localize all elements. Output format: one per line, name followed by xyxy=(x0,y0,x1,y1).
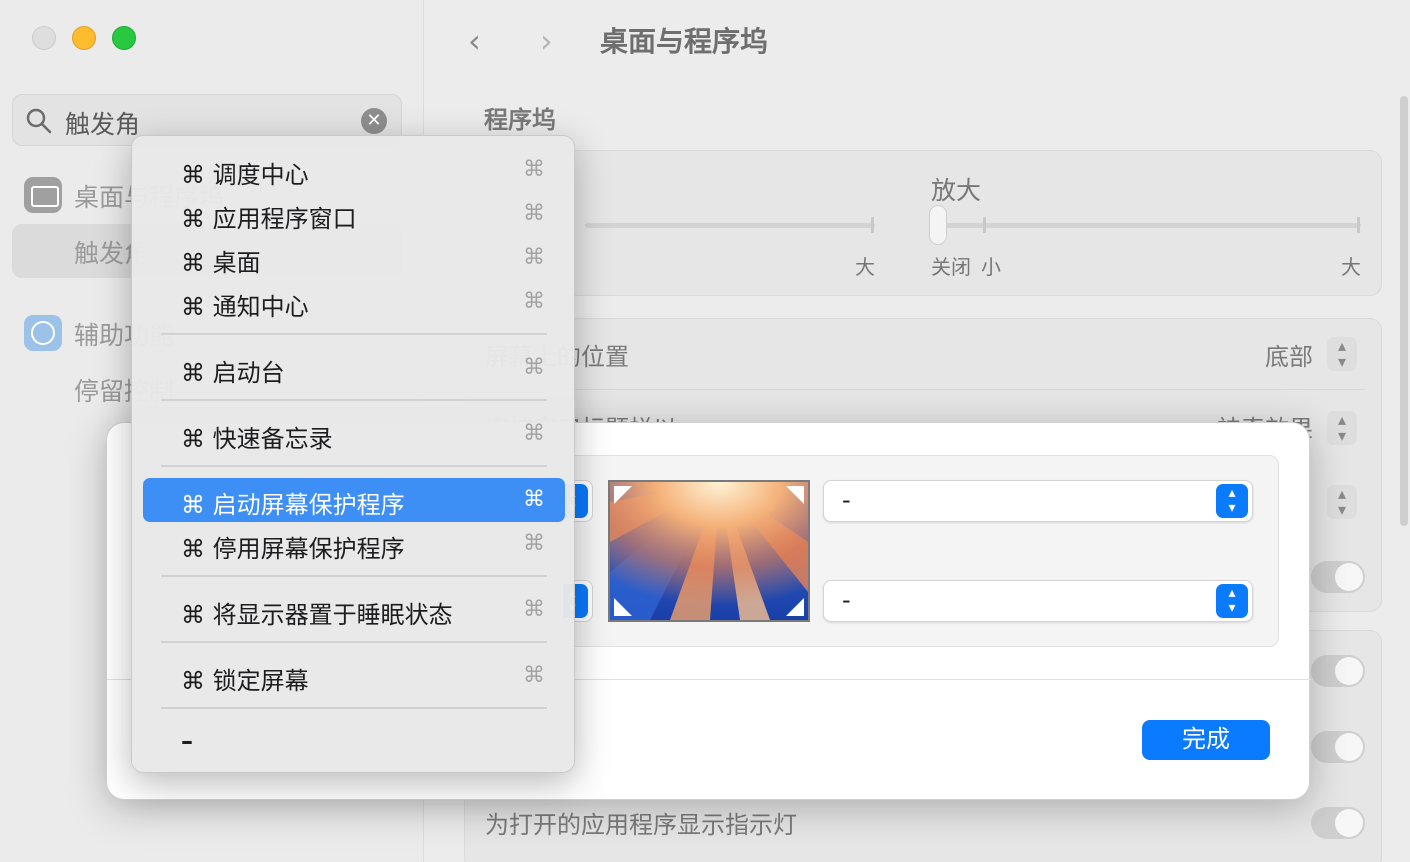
menu-item-notification-center[interactable]: ⌘ 通知中心 ⌘ xyxy=(143,280,565,324)
command-key-icon: ⌘ xyxy=(523,157,545,182)
double-click-stepper-icon[interactable]: ▴ ▾ xyxy=(1327,411,1357,445)
menu-item-desktop[interactable]: ⌘ 桌面 ⌘ xyxy=(143,236,565,280)
menu-item-disable-screen-saver[interactable]: ⌘ 停用屏幕保护程序 ⌘ xyxy=(143,522,565,566)
command-key-icon: ⌘ xyxy=(523,487,545,512)
menu-separator xyxy=(161,465,547,467)
clear-search-icon[interactable]: ✕ xyxy=(361,108,387,134)
command-key-icon: ⌘ xyxy=(523,289,545,314)
command-key-icon: ⌘ xyxy=(523,531,545,556)
popup-value: - xyxy=(842,586,851,614)
position-value: 底部 xyxy=(1265,343,1313,371)
minimize-stepper-icon[interactable]: ▴ ▾ xyxy=(1327,485,1357,519)
zoom-slider-knob[interactable] xyxy=(929,205,947,245)
dock-option-toggle[interactable] xyxy=(1311,655,1365,687)
slider-tick xyxy=(871,217,874,233)
wallpaper-preview xyxy=(608,480,810,622)
dock-size-slider[interactable] xyxy=(585,217,875,233)
zoom-off-label: 关闭 xyxy=(931,255,971,279)
menu-separator xyxy=(161,333,547,335)
menu-item-lock-screen[interactable]: ⌘ 锁定屏幕 ⌘ xyxy=(143,654,565,698)
menu-item-launchpad[interactable]: ⌘ 启动台 ⌘ xyxy=(143,346,565,390)
menu-separator xyxy=(161,641,547,643)
search-input[interactable]: 触发角 xyxy=(65,105,140,141)
menu-item-quick-note[interactable]: ⌘ 快速备忘录 ⌘ xyxy=(143,412,565,456)
command-key-icon: ⌘ xyxy=(523,245,545,270)
command-key-icon: ⌘ xyxy=(523,201,545,226)
window-minimize-button[interactable] xyxy=(72,26,96,50)
hot-corner-action-menu: ⌘ 调度中心 ⌘ ⌘ 应用程序窗口 ⌘ ⌘ 桌面 ⌘ ⌘ 通知中心 ⌘ ⌘ 启动… xyxy=(131,135,575,773)
position-stepper-icon[interactable]: ▴ ▾ xyxy=(1327,337,1357,371)
section-title: 程序坞 xyxy=(484,106,556,134)
popup-chevron-icon: ▴▾ xyxy=(1216,584,1248,618)
zoom-max-label: 大 xyxy=(1341,255,1361,279)
corner-marker-icon xyxy=(786,486,804,504)
menu-item-mission-control[interactable]: ⌘ 调度中心 ⌘ xyxy=(143,148,565,192)
accessibility-icon xyxy=(24,315,62,351)
command-key-icon: ⌘ xyxy=(523,663,545,688)
command-key-icon: ⌘ xyxy=(523,421,545,446)
menu-separator xyxy=(161,575,547,577)
menu-item-start-screen-saver[interactable]: ⌘ 启动屏幕保护程序 ⌘ xyxy=(143,478,565,522)
window-zoom-button[interactable] xyxy=(112,26,136,50)
forward-chevron-icon[interactable]: › xyxy=(540,22,553,60)
indicator-label: 为打开的应用程序显示指示灯 xyxy=(485,811,797,839)
bottom-right-corner-popup[interactable]: - ▴ ▾ xyxy=(823,580,1253,622)
scrollbar[interactable] xyxy=(1400,96,1408,526)
zoom-slider[interactable] xyxy=(935,217,1361,233)
dock-option-toggle[interactable] xyxy=(1311,731,1365,763)
search-icon xyxy=(26,108,52,134)
dock-size-card: 大 放大 关闭 小 大 xyxy=(464,150,1382,296)
corner-marker-icon xyxy=(614,486,632,504)
size-max-label: 大 xyxy=(855,255,875,279)
zoom-label: 放大 xyxy=(931,176,982,205)
back-chevron-icon[interactable]: ‹ xyxy=(468,22,481,60)
done-button[interactable]: 完成 xyxy=(1142,720,1270,760)
corner-marker-icon xyxy=(786,598,804,616)
command-key-icon: ⌘ xyxy=(523,355,545,380)
window-close-button[interactable] xyxy=(32,26,56,50)
wallpaper-image xyxy=(610,482,808,620)
slider-tick xyxy=(983,217,986,233)
slider-tick xyxy=(1357,217,1360,233)
menu-separator xyxy=(161,399,547,401)
desktop-dock-icon xyxy=(24,177,62,213)
menu-item-app-windows[interactable]: ⌘ 应用程序窗口 ⌘ xyxy=(143,192,565,236)
corner-marker-icon xyxy=(614,598,632,616)
popup-value: - xyxy=(842,486,851,514)
page-title: 桌面与程序坞 xyxy=(600,25,769,58)
indicator-toggle[interactable] xyxy=(1311,807,1365,839)
menu-separator xyxy=(161,707,547,709)
menu-item-none[interactable]: – xyxy=(143,720,565,764)
dock-option-toggle[interactable] xyxy=(1311,561,1365,593)
menu-item-display-sleep[interactable]: ⌘ 将显示器置于睡眠状态 ⌘ xyxy=(143,588,565,632)
zoom-small-label: 小 xyxy=(981,255,1001,279)
command-key-icon: ⌘ xyxy=(523,597,545,622)
top-right-corner-popup[interactable]: - ▴ ▾ xyxy=(823,480,1253,522)
popup-chevron-icon: ▴▾ xyxy=(1216,484,1248,518)
